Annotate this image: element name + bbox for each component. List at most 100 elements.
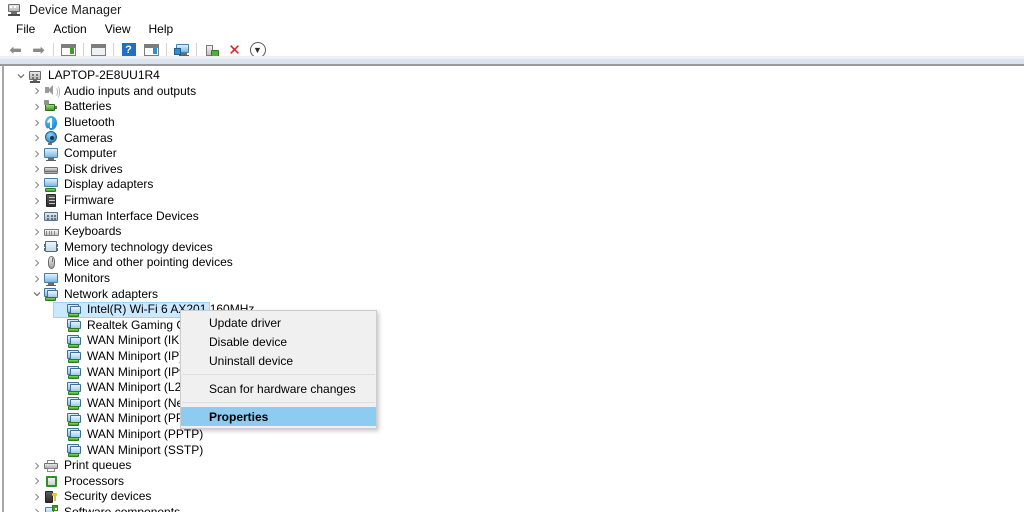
- tree-node[interactable]: Display adapters: [5, 177, 1024, 193]
- network-adapter-icon: [66, 348, 82, 364]
- menu-view[interactable]: View: [96, 21, 140, 38]
- tree-node[interactable]: Bluetooth: [5, 115, 1024, 133]
- monitor-icon: [43, 146, 59, 162]
- tree-node[interactable]: Mice and other pointing devices: [5, 255, 1024, 271]
- chevron-right-icon[interactable]: [30, 181, 43, 189]
- window-title: Device Manager: [29, 3, 122, 17]
- tree-node[interactable]: Memory technology devices: [5, 240, 1024, 256]
- context-menu-uninstall-device[interactable]: Uninstall device: [181, 351, 376, 370]
- tree-root-node[interactable]: LAPTOP-2E8UU1R4: [5, 68, 1024, 84]
- tree-node[interactable]: WAN Miniport (IPv6): [5, 364, 1024, 380]
- tree-node-label: Processors: [64, 473, 125, 488]
- tree-node-label: Batteries: [64, 99, 112, 114]
- tree-node[interactable]: Human Interface Devices: [5, 208, 1024, 224]
- vertical-scrollbar[interactable]: [2, 66, 4, 512]
- tree-node[interactable]: WAN Miniport (IKEv2): [5, 333, 1024, 349]
- menu-bar: File Action View Help: [0, 20, 1024, 39]
- network-adapter-icon: [66, 411, 82, 427]
- keyboard-icon: [43, 224, 59, 240]
- tree-node-label: Cameras: [64, 130, 113, 145]
- tree-node[interactable]: Realtek Gaming GbE Family Controller: [5, 318, 1024, 334]
- chevron-right-icon[interactable]: [30, 197, 43, 205]
- tree-node[interactable]: Keyboards: [5, 224, 1024, 240]
- tree-node[interactable]: Computer: [5, 146, 1024, 162]
- tree-node-label: Security devices: [64, 489, 152, 504]
- chevron-right-icon[interactable]: [30, 134, 43, 142]
- chevron-right-icon[interactable]: [30, 275, 43, 283]
- tree-node[interactable]: WAN Miniport (PPTP): [5, 427, 1024, 443]
- context-menu: Update driver Disable device Uninstall d…: [180, 310, 377, 429]
- disk-drive-icon: [43, 161, 59, 177]
- tree-root-label: LAPTOP-2E8UU1R4: [48, 68, 160, 83]
- memory-icon: [43, 239, 59, 255]
- tree-node[interactable]: Security devices: [5, 489, 1024, 505]
- hid-icon: [43, 208, 59, 224]
- chevron-right-icon[interactable]: [30, 243, 43, 251]
- tree-node[interactable]: Network adapters: [5, 286, 1024, 302]
- chevron-right-icon[interactable]: [30, 150, 43, 158]
- chevron-right-icon[interactable]: [30, 119, 43, 127]
- tree-node-label: Mice and other pointing devices: [64, 255, 233, 270]
- chevron-right-icon[interactable]: [30, 228, 43, 236]
- tree-node-label: Firmware: [64, 193, 114, 208]
- context-menu-disable-device[interactable]: Disable device: [181, 332, 376, 351]
- battery-icon: [43, 99, 59, 115]
- context-menu-separator: [182, 374, 375, 375]
- network-adapter-icon: [43, 286, 59, 302]
- tree-node-label: Network adapters: [64, 286, 159, 301]
- tree-node[interactable]: WAN Miniport (Network Monitor): [5, 395, 1024, 411]
- chevron-right-icon[interactable]: [30, 212, 43, 220]
- tree-node[interactable]: Audio inputs and outputs: [5, 84, 1024, 100]
- chevron-down-icon[interactable]: [30, 290, 43, 298]
- context-menu-update-driver[interactable]: Update driver: [181, 313, 376, 332]
- network-adapter-icon: [66, 364, 82, 380]
- help-question-icon: ?: [121, 43, 136, 57]
- chevron-right-icon[interactable]: [30, 259, 43, 267]
- tree-node-label: Audio inputs and outputs: [64, 83, 197, 98]
- device-tree: LAPTOP-2E8UU1R4 Audio inputs and outputs…: [5, 68, 1024, 512]
- menu-help[interactable]: Help: [140, 21, 183, 38]
- chevron-down-icon[interactable]: [14, 72, 27, 80]
- chevron-right-icon[interactable]: [30, 508, 43, 512]
- tree-node[interactable]: WAN Miniport (SSTP): [5, 442, 1024, 458]
- title-bar: Device Manager: [0, 0, 1024, 20]
- tree-node-label: Computer: [64, 146, 117, 161]
- chevron-right-icon[interactable]: [30, 103, 43, 111]
- tree-node[interactable]: Intel(R) Wi-Fi 6 AX201 160MHz: [5, 301, 1024, 318]
- tree-node-label: Keyboards: [64, 224, 122, 239]
- tree-node-label: Monitors: [64, 271, 111, 286]
- menu-file[interactable]: File: [7, 21, 44, 38]
- tree-node[interactable]: Cameras: [5, 130, 1024, 146]
- tree-node[interactable]: WAN Miniport (IP): [5, 349, 1024, 365]
- tree-node[interactable]: Monitors: [5, 271, 1024, 287]
- view-panel-icon: [144, 44, 159, 56]
- tree-node[interactable]: Print queues: [5, 458, 1024, 474]
- properties-panel-icon: [91, 44, 106, 56]
- chevron-right-icon[interactable]: [30, 165, 43, 173]
- tree-node[interactable]: Disk drives: [5, 162, 1024, 178]
- chevron-right-icon[interactable]: [30, 493, 43, 501]
- monitor-update-icon: [173, 43, 190, 57]
- tree-node[interactable]: WAN Miniport (L2TP): [5, 380, 1024, 396]
- tree-node[interactable]: Firmware: [5, 193, 1024, 209]
- tree-node[interactable]: WAN Miniport (PPPOE): [5, 411, 1024, 427]
- firmware-icon: [43, 193, 59, 209]
- tree-node[interactable]: Software components: [5, 505, 1024, 512]
- context-menu-scan-hardware[interactable]: Scan for hardware changes: [181, 379, 376, 398]
- camera-icon: [43, 130, 59, 146]
- tree-node-label: Human Interface Devices: [64, 208, 199, 223]
- context-menu-properties[interactable]: Properties: [181, 407, 376, 426]
- tree-node-label: Display adapters: [64, 177, 154, 192]
- chevron-right-icon[interactable]: [30, 462, 43, 470]
- menu-action[interactable]: Action: [44, 21, 95, 38]
- tree-node[interactable]: Processors: [5, 473, 1024, 489]
- tree-node[interactable]: Batteries: [5, 99, 1024, 115]
- tree-node-label: WAN Miniport (PPTP): [87, 426, 204, 441]
- software-component-icon: [43, 504, 59, 512]
- chevron-right-icon[interactable]: [30, 477, 43, 485]
- speaker-icon: [43, 83, 60, 100]
- enable-device-icon: [204, 44, 220, 57]
- tree-node-label: WAN Miniport (IP): [87, 348, 184, 363]
- computer-root-icon: [27, 68, 43, 84]
- chevron-right-icon[interactable]: [30, 87, 43, 95]
